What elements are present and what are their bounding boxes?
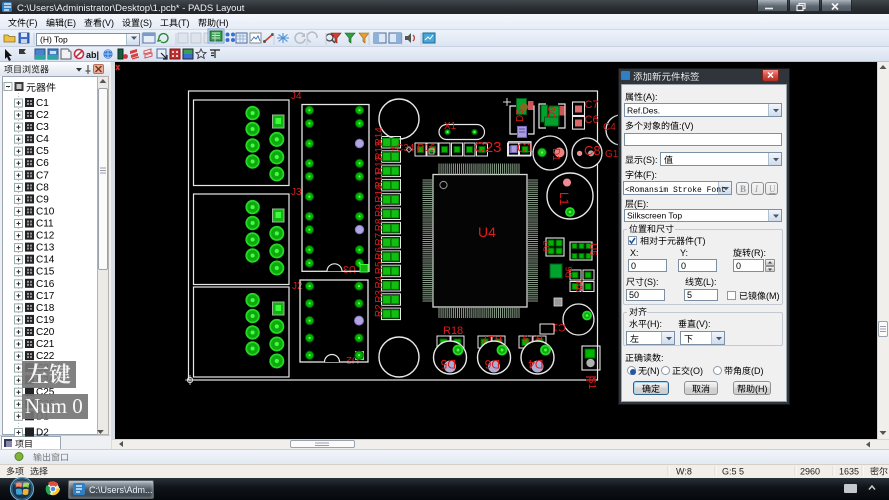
svg-text:J3: J3 — [291, 187, 302, 198]
svg-text:D5: D5 — [515, 109, 526, 122]
svg-text:D5: D5 — [440, 357, 456, 371]
svg-text:R18: R18 — [443, 325, 463, 337]
svg-text:D1: D1 — [550, 148, 561, 161]
svg-text:R4: R4 — [374, 275, 385, 288]
svg-text:D6: D6 — [484, 357, 500, 371]
svg-text:D6: D6 — [564, 266, 574, 278]
svg-text:C34: C34 — [396, 143, 415, 154]
svg-text:D4: D4 — [528, 357, 544, 371]
svg-text:R10: R10 — [374, 184, 385, 203]
svg-text:U3: U3 — [343, 263, 356, 274]
svg-text:S1: S1 — [586, 377, 597, 390]
svg-text:G1: G1 — [605, 149, 619, 160]
svg-text:L1: L1 — [557, 192, 571, 206]
svg-text:R9: R9 — [374, 204, 385, 217]
svg-text:C23: C23 — [474, 139, 502, 156]
svg-text:C7: C7 — [585, 99, 599, 111]
svg-text:R2: R2 — [374, 304, 385, 317]
svg-text:C8: C8 — [584, 143, 601, 158]
svg-text:R3: R3 — [374, 290, 385, 303]
svg-text:D9: D9 — [547, 106, 558, 119]
svg-text:J2: J2 — [292, 281, 303, 292]
svg-text:D7: D7 — [542, 240, 552, 252]
svg-text:U5: U5 — [587, 243, 598, 256]
svg-text:C4: C4 — [603, 122, 616, 133]
svg-text:R5: R5 — [374, 261, 385, 274]
svg-text:R8: R8 — [374, 218, 385, 231]
svg-text:C6: C6 — [585, 114, 599, 126]
svg-text:R6: R6 — [374, 247, 385, 260]
svg-text:U4: U4 — [478, 224, 496, 240]
svg-text:J4: J4 — [291, 91, 302, 102]
svg-text:R6: R6 — [574, 281, 584, 293]
svg-text:R7: R7 — [374, 232, 385, 245]
svg-text:R16: R16 — [417, 143, 436, 154]
svg-text:X1: X1 — [444, 121, 457, 132]
